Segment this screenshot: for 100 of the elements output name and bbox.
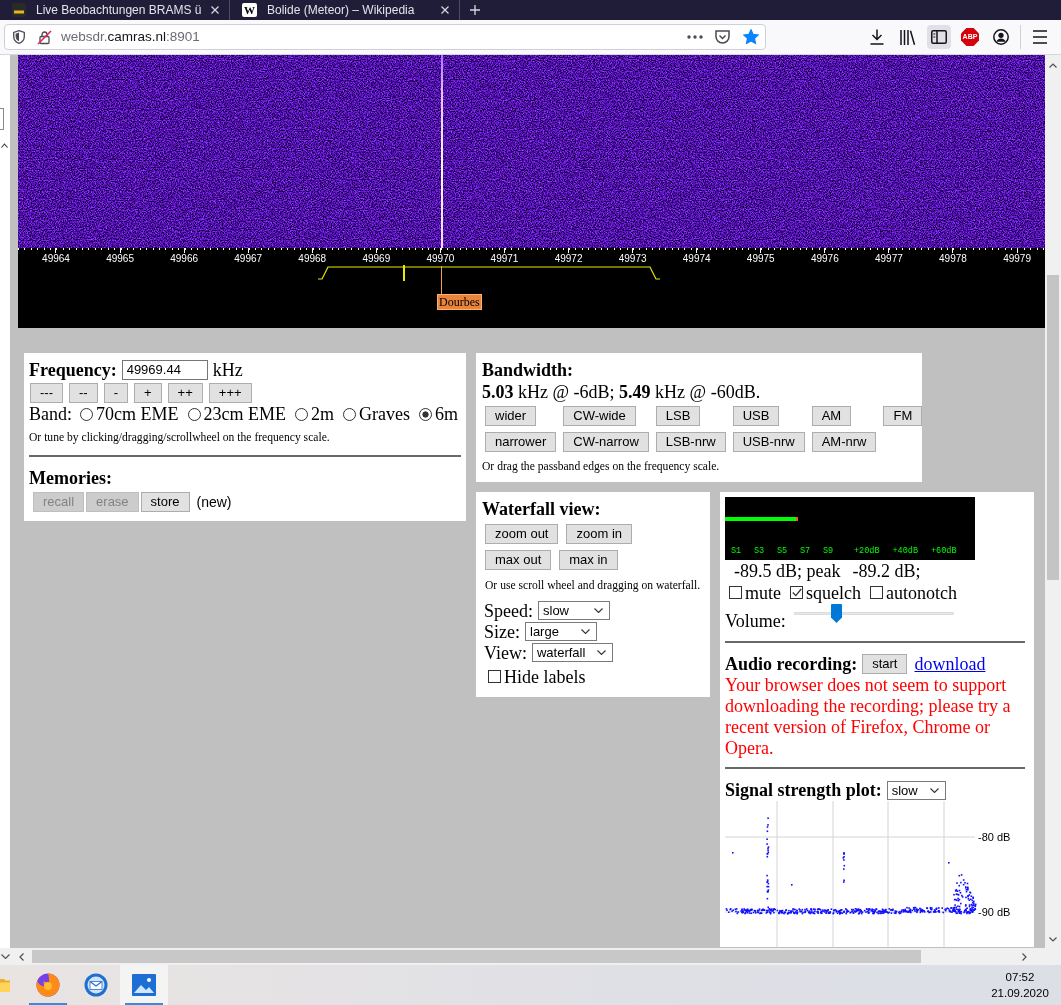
dropdown[interactable]: waterfall: [531, 643, 614, 662]
vertical-scrollbar[interactable]: [1045, 55, 1061, 948]
start-button[interactable]: start: [862, 654, 908, 674]
mode-button[interactable]: AM: [811, 406, 852, 426]
shield-chevron-icon[interactable]: [715, 29, 730, 45]
download-icon[interactable]: [870, 29, 884, 45]
flame-globe-icon[interactable]: [36, 973, 60, 997]
radio-button[interactable]: [80, 407, 93, 421]
band-option[interactable]: 70cm EME: [96, 403, 179, 425]
meter-scale-label: +60dB: [931, 547, 957, 556]
checkbox-label[interactable]: squelch: [806, 581, 861, 604]
chevron-down-icon[interactable]: [594, 608, 603, 613]
tune-step-button[interactable]: -: [103, 383, 128, 403]
tuning-marker[interactable]: [403, 265, 405, 281]
more-icon[interactable]: [687, 35, 703, 39]
scale-label: 49972: [554, 253, 583, 265]
zoom-button[interactable]: zoom in: [566, 524, 632, 544]
chevron-down-icon[interactable]: [1049, 937, 1057, 942]
scale-label: 49975: [746, 253, 775, 265]
band-option[interactable]: 6m: [435, 403, 458, 425]
tune-step-button[interactable]: --: [69, 383, 98, 403]
checkbox-label[interactable]: Hide labels: [504, 665, 586, 688]
tune-step-button[interactable]: +: [134, 383, 162, 403]
plus-icon[interactable]: [470, 5, 480, 15]
checkbox-label[interactable]: mute: [745, 581, 781, 604]
chevron-left-icon[interactable]: [19, 952, 24, 961]
close-icon[interactable]: [441, 6, 449, 14]
radio-button[interactable]: [419, 407, 432, 421]
zoom-button[interactable]: max out: [485, 550, 552, 570]
peak-reading: -89.2 dB;: [852, 560, 921, 582]
taskbar-button[interactable]: [120, 965, 168, 1005]
scale-label: 49976: [810, 253, 839, 265]
mode-button[interactable]: narrower: [485, 432, 557, 452]
close-icon[interactable]: [211, 6, 220, 14]
dropdown[interactable]: large: [525, 622, 597, 641]
envelope-globe-icon[interactable]: [84, 973, 108, 997]
radio-button[interactable]: [187, 407, 201, 421]
meter-scale-label: S9: [823, 547, 834, 556]
memory-status: (new): [196, 493, 232, 512]
checkbox[interactable]: [488, 670, 501, 683]
tune-step-button[interactable]: ++: [167, 383, 203, 403]
checkbox[interactable]: [729, 586, 742, 599]
menu-icon[interactable]: [1032, 30, 1048, 44]
section-title: Bandwidth:: [482, 359, 575, 381]
frequency-field[interactable]: 49969.44: [121, 360, 208, 380]
checkmark-icon: [791, 588, 802, 597]
mode-button[interactable]: USB-nrw: [732, 432, 805, 452]
mode-button[interactable]: CW-wide: [563, 406, 636, 426]
dropdown[interactable]: slow: [538, 601, 610, 620]
slider-thumb[interactable]: [830, 604, 842, 623]
tune-step-button[interactable]: +++: [208, 383, 252, 403]
mode-button[interactable]: wider: [485, 406, 537, 426]
radio-button[interactable]: [343, 407, 356, 421]
star-icon[interactable]: [743, 29, 759, 45]
hint-text: Or tune by clicking/dragging/scrollwheel on the frequency scale.: [29, 431, 330, 445]
scrollbar-thumb[interactable]: [32, 950, 921, 963]
radio-button[interactable]: [295, 407, 308, 421]
crossed-lock-icon[interactable]: [37, 29, 52, 45]
frequency-scale[interactable]: 49964 49965 49966 49967 49968 49969 49970 49971 49972 49973 49974 49975 49976 49977 49978 49979 Dourbes: [18, 248, 1045, 328]
mode-button[interactable]: USB: [732, 406, 780, 426]
passband-marker[interactable]: [317, 266, 661, 280]
chevron-down-icon[interactable]: [597, 650, 607, 655]
mountain-picture-icon[interactable]: [132, 974, 156, 996]
address-bar[interactable]: websdr.camras.nl:8901: [4, 24, 766, 50]
horizontal-scrollbar[interactable]: [0, 948, 1061, 965]
chevron-up-icon[interactable]: [1049, 63, 1057, 68]
library-icon[interactable]: [900, 29, 916, 45]
mode-button[interactable]: LSB-nrw: [655, 432, 726, 452]
mode-button[interactable]: AM-nrw: [811, 432, 877, 452]
band-option[interactable]: 2m: [311, 403, 334, 425]
dropdown[interactable]: slow: [886, 780, 946, 800]
chevron-down-icon[interactable]: [1, 954, 10, 959]
zoom-button[interactable]: zoom out: [485, 524, 559, 544]
chevron-up-icon[interactable]: [1, 143, 8, 148]
chevron-right-icon[interactable]: [1022, 952, 1027, 961]
checkbox[interactable]: [870, 586, 883, 599]
shield-icon[interactable]: [13, 30, 25, 44]
chevron-down-icon[interactable]: [581, 629, 590, 634]
tune-step-button[interactable]: ---: [30, 383, 63, 403]
scale-label: 49969: [362, 253, 391, 265]
mode-button[interactable]: CW-narrow: [563, 432, 649, 452]
band-option[interactable]: Graves: [359, 403, 410, 425]
scale-label: 49968: [298, 253, 327, 265]
download-link[interactable]: download: [914, 653, 986, 675]
band-option[interactable]: 23cm EME: [203, 403, 286, 425]
mode-button[interactable]: FM: [883, 406, 923, 426]
sidebar-icon: [931, 30, 947, 44]
account-icon[interactable]: [993, 29, 1009, 45]
chevron-down-icon[interactable]: [929, 787, 939, 793]
input-field[interactable]: [0, 108, 4, 130]
checkbox-label[interactable]: autonotch: [886, 581, 957, 604]
scale-label: 49965: [106, 253, 134, 265]
checkbox[interactable]: [790, 586, 803, 599]
sidebar-button[interactable]: [927, 25, 951, 49]
scrollbar-thumb[interactable]: [1047, 275, 1059, 580]
zoom-button[interactable]: max in: [559, 550, 618, 570]
meter-scale-label: S7: [800, 547, 811, 556]
mode-button[interactable]: LSB: [655, 406, 701, 426]
site-icon: [12, 3, 26, 17]
memory-button[interactable]: store: [140, 492, 190, 512]
